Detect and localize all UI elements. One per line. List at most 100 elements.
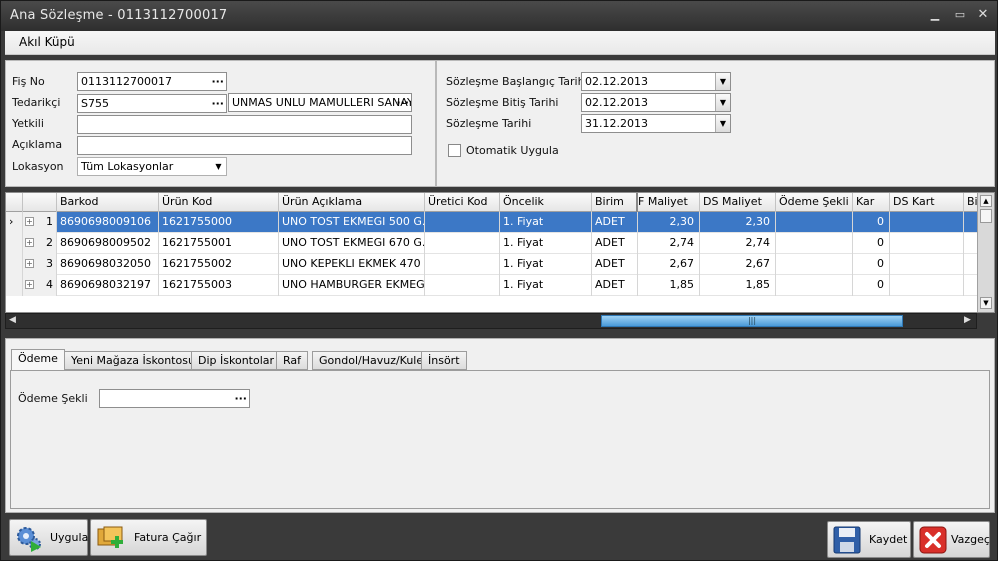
column-header-f-maliyet[interactable]: F Maliyet [638, 193, 700, 212]
tab-gondol-havuz-kule[interactable]: Gondol/Havuz/Kule [312, 351, 431, 370]
ellipsis-icon[interactable]: ··· [211, 73, 224, 90]
minimize-button[interactable]: ▁ [927, 7, 943, 23]
aciklama-field[interactable] [77, 136, 412, 155]
tab-dip-iskontolar[interactable]: Dip İskontolar [191, 351, 282, 370]
cell-aciklama[interactable]: UNO KEPEKLI EKMEK 470 ... [279, 254, 425, 275]
cell-odeme[interactable] [776, 212, 853, 233]
column-header-ds-maliyet[interactable]: DS Maliyet [700, 193, 776, 212]
vazgec-button[interactable]: Vazgeç [913, 521, 990, 558]
cell-birim[interactable]: ADET [592, 254, 638, 275]
cell-ds-maliyet[interactable]: 2,30 [700, 212, 776, 233]
ellipsis-icon[interactable]: ··· [396, 94, 409, 111]
lokasyon-select[interactable]: Tüm Lokasyonlar ▼ [77, 157, 227, 176]
otomatik-checkbox[interactable] [448, 144, 461, 157]
cell-oncelik[interactable]: 1. Fiyat [500, 233, 592, 254]
cell-ds-maliyet[interactable]: 1,85 [700, 275, 776, 296]
cell-barkod[interactable]: 8690698009502 [57, 233, 159, 254]
column-header-odeme-sekli[interactable]: Ödeme Şekli [776, 193, 853, 212]
chevron-down-icon[interactable]: ▼ [715, 73, 730, 90]
column-header-bi[interactable]: Bi [964, 193, 978, 212]
scroll-down-icon[interactable]: ▼ [980, 297, 992, 309]
row-expand-cell[interactable]: +2 [23, 233, 57, 254]
cell-ds-maliyet[interactable]: 2,67 [700, 254, 776, 275]
cell-uretici[interactable] [425, 212, 500, 233]
cell-kar[interactable]: 0 [853, 254, 890, 275]
cell-aciklama[interactable]: UNO HAMBURGER EKMEGI ... [279, 275, 425, 296]
cell-odeme[interactable] [776, 233, 853, 254]
chevron-down-icon[interactable]: ▼ [211, 158, 226, 175]
table-row[interactable]: +3 8690698032050 1621755002 UNO KEPEKLI EKM… [6, 254, 978, 275]
table-row[interactable]: +4 8690698032197 1621755003 UNO HAMBURGER E… [6, 275, 978, 296]
cell-f-maliyet[interactable]: 2,67 [638, 254, 700, 275]
column-header-oncelik[interactable]: Öncelik [500, 193, 592, 212]
column-header-birim[interactable]: Birim [592, 193, 638, 212]
column-header-ds-kart[interactable]: DS Kart [890, 193, 964, 212]
close-button[interactable]: ✕ [975, 7, 991, 23]
cell-ds-maliyet[interactable]: 2,74 [700, 233, 776, 254]
cell-urun-kod[interactable]: 1621755001 [159, 233, 279, 254]
expand-plus-icon[interactable]: + [25, 259, 34, 268]
cell-kar[interactable]: 0 [853, 275, 890, 296]
column-header-barkod[interactable]: Barkod [57, 193, 159, 212]
table-row[interactable]: +2 8690698009502 1621755001 UNO TOST EKMEGI… [6, 233, 978, 254]
ellipsis-icon[interactable]: ··· [211, 95, 224, 112]
tedarikci-name-field[interactable]: UNMAS UNLU MAMULLERI SANAY ··· [228, 93, 412, 112]
kaydet-button[interactable]: Kaydet [827, 521, 911, 558]
fis-no-field[interactable]: 0113112700017 ··· [77, 72, 227, 91]
cell-urun-kod[interactable]: 1621755003 [159, 275, 279, 296]
cell-f-maliyet[interactable]: 1,85 [638, 275, 700, 296]
uygula-button[interactable]: Uygula [9, 519, 88, 556]
cell-ds-kart[interactable] [890, 233, 964, 254]
table-row[interactable]: › +1 8690698009106 1621755000 UNO TOST EKMEG… [6, 212, 978, 233]
odeme-sekli-field[interactable]: ··· [99, 389, 250, 408]
menu-item-akil-kupu[interactable]: Akıl Küpü [19, 35, 75, 49]
ellipsis-icon[interactable]: ··· [234, 390, 247, 407]
cell-uretici[interactable] [425, 275, 500, 296]
cell-birim[interactable]: ADET [592, 212, 638, 233]
row-expand-cell[interactable]: +4 [23, 275, 57, 296]
row-expand-cell[interactable]: +1 [23, 212, 57, 233]
column-header-urun-kod[interactable]: Ürün Kod [159, 193, 279, 212]
column-header-urun-aciklama[interactable]: Ürün Açıklama [279, 193, 425, 212]
scroll-left-icon[interactable]: ◀ [9, 315, 16, 325]
fatura-cagir-button[interactable]: Fatura Çağır [90, 519, 207, 556]
cell-urun-kod[interactable]: 1621755000 [159, 212, 279, 233]
column-header-uretici-kod[interactable]: Üretici Kod [425, 193, 500, 212]
tab-odeme[interactable]: Ödeme [11, 349, 65, 371]
cell-f-maliyet[interactable]: 2,30 [638, 212, 700, 233]
cell-oncelik[interactable]: 1. Fiyat [500, 275, 592, 296]
cell-f-maliyet[interactable]: 2,74 [638, 233, 700, 254]
cell-barkod[interactable]: 8690698032197 [57, 275, 159, 296]
scroll-thumb[interactable] [980, 209, 992, 223]
expand-plus-icon[interactable]: + [25, 217, 34, 226]
cell-uretici[interactable] [425, 233, 500, 254]
vertical-scrollbar[interactable]: ▲ ▼ [977, 193, 994, 312]
expand-plus-icon[interactable]: + [25, 280, 34, 289]
cell-aciklama[interactable]: UNO TOST EKMEGI 670 G... [279, 233, 425, 254]
cell-oncelik[interactable]: 1. Fiyat [500, 212, 592, 233]
chevron-down-icon[interactable]: ▼ [715, 94, 730, 111]
tedarikci-code-field[interactable]: S755 ··· [77, 94, 227, 113]
scroll-right-icon[interactable]: ▶ [964, 315, 971, 325]
expand-plus-icon[interactable]: + [25, 238, 34, 247]
cell-ds-kart[interactable] [890, 212, 964, 233]
cell-oncelik[interactable]: 1. Fiyat [500, 254, 592, 275]
tab-insort[interactable]: İnsört [421, 351, 467, 370]
yetkili-field[interactable] [77, 115, 412, 134]
cell-kar[interactable]: 0 [853, 212, 890, 233]
cell-odeme[interactable] [776, 254, 853, 275]
scroll-up-icon[interactable]: ▲ [980, 195, 992, 207]
tab-raf[interactable]: Raf [276, 351, 309, 370]
cell-ds-kart[interactable] [890, 275, 964, 296]
cell-birim[interactable]: ADET [592, 233, 638, 254]
column-header-kar[interactable]: Kar [853, 193, 890, 212]
cell-urun-kod[interactable]: 1621755002 [159, 254, 279, 275]
cell-odeme[interactable] [776, 275, 853, 296]
cell-ds-kart[interactable] [890, 254, 964, 275]
cell-birim[interactable]: ADET [592, 275, 638, 296]
cell-uretici[interactable] [425, 254, 500, 275]
chevron-down-icon[interactable]: ▼ [715, 115, 730, 132]
horizontal-scrollbar[interactable]: ◀ ||| ▶ [5, 313, 977, 329]
cell-barkod[interactable]: 8690698009106 [57, 212, 159, 233]
baslangic-date-field[interactable]: 02.12.2013 ▼ [581, 72, 731, 91]
